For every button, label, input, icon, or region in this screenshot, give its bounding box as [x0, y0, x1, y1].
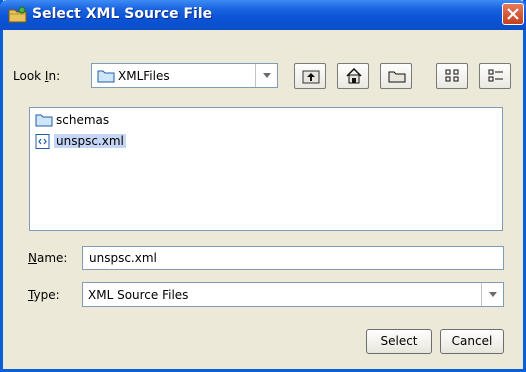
close-icon	[507, 8, 519, 20]
file-name: schemas	[56, 113, 110, 127]
list-view-button[interactable]	[436, 63, 468, 89]
list-view-icon	[445, 69, 459, 82]
file-type-dropdown[interactable]: XML Source Files	[82, 282, 504, 307]
chevron-down-icon[interactable]	[481, 283, 503, 306]
select-button[interactable]: Select	[366, 329, 432, 354]
xml-file-icon	[35, 134, 51, 152]
details-view-icon	[488, 69, 503, 82]
up-folder-icon	[302, 70, 320, 84]
select-xml-dialog: Select XML Source File Look In: XMLFiles	[0, 0, 526, 372]
cancel-button[interactable]: Cancel	[440, 329, 504, 354]
dialog-title: Select XML Source File	[32, 6, 213, 22]
look-in-value: XMLFiles	[118, 69, 170, 83]
file-list[interactable]: schemas unspsc.xml	[29, 107, 503, 231]
file-type-value: XML Source Files	[88, 288, 189, 302]
look-in-label: Look In:	[13, 69, 61, 83]
home-icon	[346, 68, 362, 84]
type-label: Type:	[28, 288, 60, 302]
new-folder-icon	[388, 71, 406, 83]
title-bar[interactable]: Select XML Source File	[0, 0, 526, 30]
up-folder-button[interactable]	[294, 63, 326, 89]
close-button[interactable]	[502, 3, 524, 25]
home-button[interactable]	[337, 63, 369, 89]
details-view-button[interactable]	[479, 63, 511, 89]
new-folder-button[interactable]	[380, 63, 412, 89]
name-label: Name:	[28, 251, 68, 265]
folder-app-icon	[8, 6, 28, 24]
chevron-down-icon[interactable]	[255, 64, 277, 87]
look-in-dropdown[interactable]: XMLFiles	[91, 63, 278, 88]
folder-icon	[35, 113, 53, 130]
file-name-input[interactable]: unspsc.xml	[82, 246, 504, 270]
folder-icon	[97, 69, 115, 86]
file-name: unspsc.xml	[54, 134, 126, 148]
